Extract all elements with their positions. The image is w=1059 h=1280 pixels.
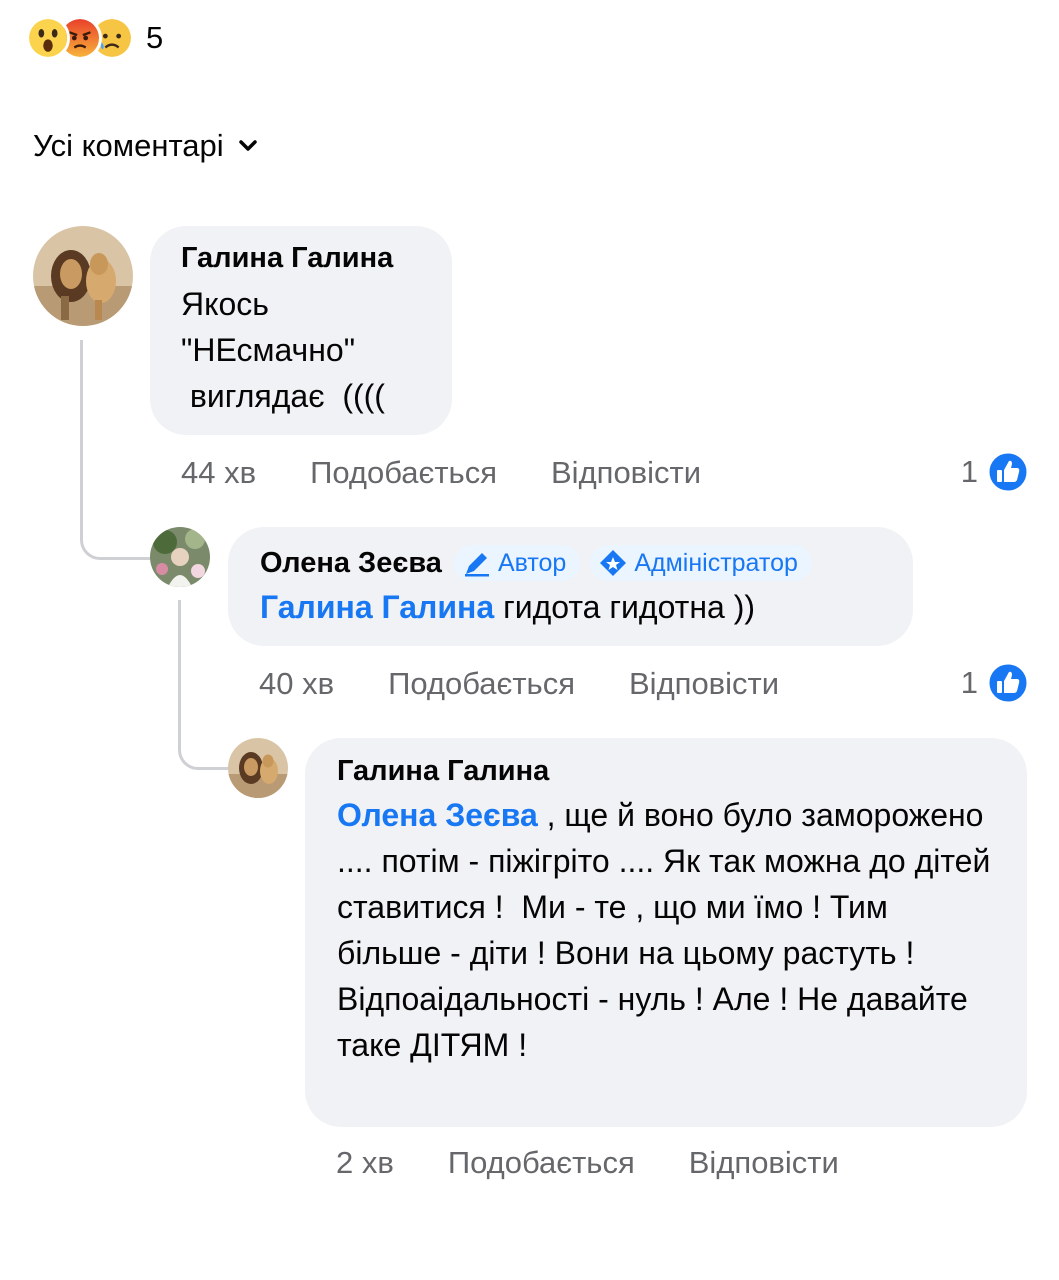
like-count-number: 1 — [960, 665, 978, 700]
comment-author[interactable]: Галина Галина — [337, 755, 997, 788]
reply-button[interactable]: Відповісти — [689, 1145, 839, 1181]
comment-filter-label: Усі коментарі — [33, 128, 224, 163]
comment-time[interactable]: 2 хв — [336, 1145, 394, 1181]
like-button[interactable]: Подобається — [310, 455, 497, 491]
avatar[interactable] — [33, 226, 133, 326]
comment-actions: 40 хв Подобається Відповісти — [259, 666, 779, 702]
comment-time[interactable]: 40 хв — [259, 666, 334, 702]
like-button[interactable]: Подобається — [448, 1145, 635, 1181]
comment-text: Олена Зеєва , ще й воно було заморожено … — [337, 792, 997, 1068]
admin-shield-icon — [600, 550, 627, 576]
mention-link[interactable]: Галина Галина — [260, 589, 494, 625]
author-badge: Автор — [453, 545, 581, 581]
pencil-icon — [464, 553, 489, 577]
comment-like-count[interactable]: 1 — [961, 661, 1030, 705]
comment-text: Галина Галина гидота гидотна )) — [260, 584, 893, 630]
thread-connector — [178, 600, 228, 770]
comment-like-count[interactable]: 1 — [961, 450, 1030, 494]
comment-bubble: Галина Галина Олена Зеєва , ще й воно бу… — [305, 738, 1027, 1127]
author-badge-label: Автор — [497, 548, 567, 577]
reply-button[interactable]: Відповісти — [551, 455, 701, 491]
comment-bubble: Галина Галина Якось "НЕсмачно" виглядає … — [150, 226, 452, 435]
thread-connector — [80, 340, 150, 560]
reaction-count: 5 — [146, 20, 164, 55]
comment-author[interactable]: Галина Галина — [181, 242, 422, 275]
mention-link[interactable]: Олена Зеєва — [337, 797, 538, 833]
thumbs-up-icon — [986, 661, 1030, 705]
comment-author[interactable]: Олена Зеєва — [260, 547, 442, 580]
reactions-summary[interactable]: 5 — [26, 15, 163, 61]
comment-bubble: Олена Зеєва Автор Адміністратор Галина Г… — [228, 527, 913, 646]
like-count-number: 1 — [960, 454, 978, 489]
reply-button[interactable]: Відповісти — [629, 666, 779, 702]
avatar[interactable] — [150, 527, 210, 587]
comment-time[interactable]: 44 хв — [181, 455, 256, 491]
comment-text-body: гидота гидотна )) — [494, 589, 755, 625]
comment-text: Якось "НЕсмачно" виглядає (((( — [181, 286, 385, 414]
avatar[interactable] — [228, 738, 288, 798]
comment-actions: 2 хв Подобається Відповісти — [336, 1145, 839, 1181]
admin-badge: Адміністратор — [590, 545, 812, 581]
chevron-down-icon — [238, 140, 257, 151]
wow-reaction-icon — [26, 16, 70, 60]
comment-filter-dropdown[interactable]: Усі коментарі — [33, 128, 258, 164]
comment-text-body: , ще й воно було заморожено .... потім -… — [337, 797, 1000, 1063]
like-button[interactable]: Подобається — [388, 666, 575, 702]
comment-actions: 44 хв Подобається Відповісти — [181, 455, 701, 491]
thumbs-up-icon — [986, 450, 1030, 494]
admin-badge-label: Адміністратор — [634, 548, 798, 577]
